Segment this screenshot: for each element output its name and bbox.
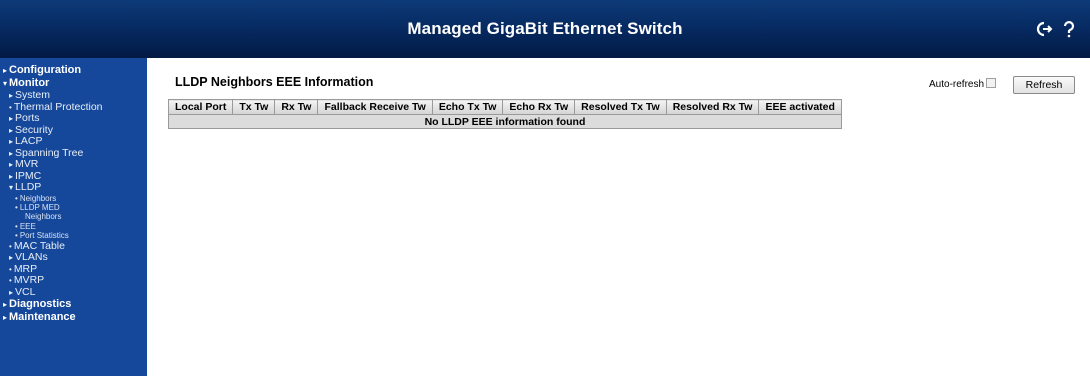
column-header-resolved-tx-tw: Resolved Tx Tw [574,99,667,115]
sidebar-item-label: VLANs [15,251,48,264]
sidebar-item-maintenance[interactable]: ▸ Maintenance [0,311,147,324]
sidebar-item-label: Neighbors [25,212,62,222]
table-row: No LLDP EEE information found [168,114,842,129]
sidebar-item-label: Configuration [9,64,82,76]
sidebar-item-label: LACP [15,135,43,147]
column-header-tx-tw: Tx Tw [232,99,276,115]
sidebar-item-label: Maintenance [9,311,76,324]
sidebar-item-vcl[interactable]: ▸ VCL [0,285,147,299]
logout-icon[interactable] [1035,20,1053,38]
lldp-eee-table: Local Port Tx Tw Rx Tw Fallback Receive … [167,99,842,129]
column-header-fallback-receive-tw: Fallback Receive Tw [317,99,433,115]
sidebar-item-label: Thermal Protection [13,100,103,113]
table-header-row: Local Port Tx Tw Rx Tw Fallback Receive … [167,99,842,115]
sidebar-item-diagnostics[interactable]: ▸ Diagnostics [0,298,147,311]
sidebar-item-label: MAC Table [13,239,65,252]
auto-refresh-label: Auto-refresh [929,79,985,90]
main-content: LLDP Neighbors EEE Information Auto-refr… [147,58,1090,376]
column-header-rx-tw: Rx Tw [274,99,319,115]
app-title: Managed GigaBit Ethernet Switch [407,19,683,38]
sidebar-item-eee[interactable]: • EEE [0,222,147,231]
sidebar-item-lldp-neighbors[interactable]: • Neighbors [0,194,147,203]
sidebar-nav: ▸ Configuration ▾ Monitor ▸ System • Thermal… [0,58,147,376]
help-icon[interactable] [1060,20,1078,38]
header-bar: Managed GigaBit Ethernet Switch [0,0,1090,58]
column-header-eee-activated: EEE activated [758,99,842,115]
column-header-local-port: Local Port [167,99,234,115]
sidebar-item-label: MRP [13,262,38,275]
page-title: LLDP Neighbors EEE Information [175,75,374,89]
sidebar-item-label: IPMC [15,169,42,182]
sidebar-item-configuration[interactable]: ▸ Configuration [0,64,147,77]
column-header-echo-rx-tw: Echo Rx Tw [502,99,576,115]
refresh-button[interactable]: Refresh [1013,76,1075,94]
sidebar-item-label: LLDP [15,181,42,193]
sidebar-item-label: Ports [15,112,40,124]
empty-table-message: No LLDP EEE information found [168,114,842,129]
sidebar-item-lldp[interactable]: ▾ LLDP [0,181,147,194]
sidebar-item-label: Spanning Tree [15,146,84,159]
sidebar-item-label: Monitor [9,77,50,89]
sidebar-item-label: LLDP MED [19,202,60,212]
sidebar-item-label: Diagnostics [9,298,72,311]
sidebar-item-label: VCL [15,285,36,298]
auto-refresh-checkbox[interactable] [986,78,996,88]
sidebar-item-label: MVRP [13,274,45,287]
sidebar-item-label: MVR [15,158,39,170]
column-header-resolved-rx-tw: Resolved Rx Tw [665,99,760,115]
sidebar-item-label: EEE [19,221,36,231]
column-header-echo-tx-tw: Echo Tx Tw [431,99,504,115]
sidebar-item-label: Neighbors [19,193,57,203]
sidebar-item-lldp-med[interactable]: • LLDP MED [0,203,147,212]
sidebar-item-label: System [15,89,51,101]
sidebar-item-label: Security [15,123,53,136]
sidebar-item-lldp-med-neighbors[interactable]: Neighbors [0,212,147,221]
